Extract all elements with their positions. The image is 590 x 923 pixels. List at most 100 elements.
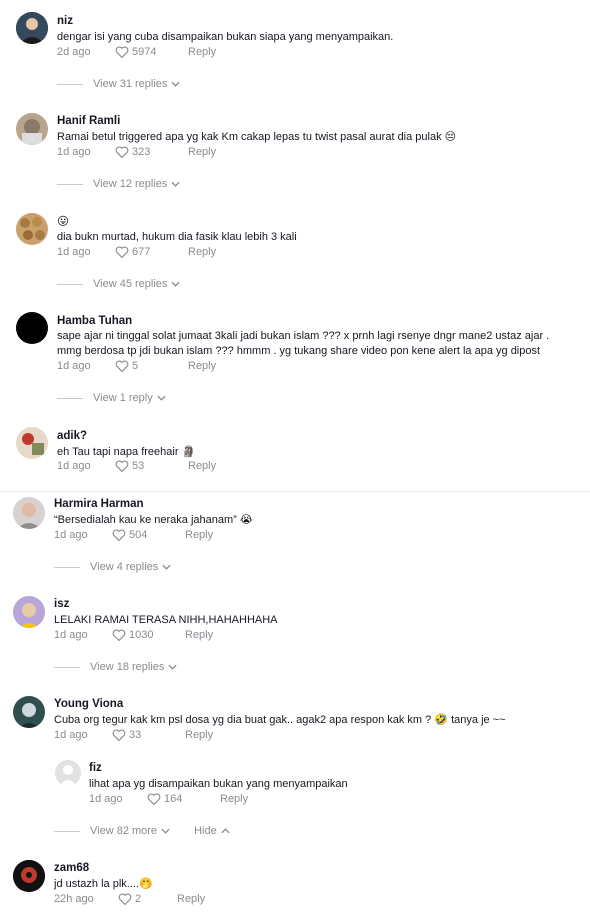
comment-text: eh Tau tapi napa freehair 🗿 xyxy=(57,445,195,460)
chevron-down-icon xyxy=(171,181,180,187)
comment-author[interactable]: Hanif Ramli xyxy=(57,115,120,127)
reply-button[interactable]: Reply xyxy=(177,893,205,905)
like-button[interactable]: 5 xyxy=(115,360,188,372)
comment-time: 1d ago xyxy=(57,460,91,472)
comment-text-body: jd ustazh la plk.... xyxy=(54,878,139,890)
hand-over-mouth-emoji: 🤭 xyxy=(139,878,153,890)
reply-button[interactable]: Reply xyxy=(185,629,213,641)
view-replies-button[interactable]: View 12 replies xyxy=(93,178,180,190)
like-count: 1030 xyxy=(129,629,154,641)
view-replies-button[interactable]: View 31 replies xyxy=(93,78,180,90)
like-button[interactable]: 677 xyxy=(115,246,188,258)
chevron-down-icon xyxy=(162,564,171,570)
rofl-emoji: 🤣 xyxy=(434,714,449,726)
comment-time: 1d ago xyxy=(54,529,88,541)
like-count: 2 xyxy=(135,893,142,905)
reply-button[interactable]: Reply xyxy=(220,793,248,805)
heart-icon xyxy=(112,629,126,641)
like-count: 504 xyxy=(129,529,148,541)
like-button[interactable]: 33 xyxy=(112,729,185,741)
comment-author[interactable]: niz xyxy=(57,15,73,27)
like-button[interactable]: 504 xyxy=(112,529,185,541)
comment-author[interactable]: Hamba Tuhan xyxy=(57,315,132,327)
comment-author[interactable]: fiz xyxy=(89,762,102,774)
chevron-down-icon xyxy=(161,828,170,834)
view-replies-button[interactable]: View 4 replies xyxy=(90,561,171,573)
heart-icon xyxy=(112,529,126,541)
like-button[interactable]: 164 xyxy=(147,793,220,805)
view-replies-label: View 45 replies xyxy=(93,278,168,290)
comment-author[interactable]: Young Viona xyxy=(54,698,123,710)
comment-meta: 22h ago 2 Reply xyxy=(54,893,205,905)
comment-text-body: eh Tau tapi napa freehair xyxy=(57,446,179,458)
view-replies-label: View 18 replies xyxy=(90,661,165,673)
avatar-placeholder[interactable] xyxy=(55,760,81,786)
avatar[interactable] xyxy=(16,213,48,245)
view-replies-label: View 4 replies xyxy=(90,561,159,573)
like-button[interactable]: 5974 xyxy=(115,46,188,58)
like-button[interactable]: 323 xyxy=(115,146,188,158)
view-replies-row: View 18 replies xyxy=(54,661,177,673)
comment-meta: 2d ago 5974 Reply xyxy=(57,46,216,58)
view-more-button[interactable]: View 82 more xyxy=(90,825,170,837)
pensive-emoji: 😔 xyxy=(444,131,457,143)
heart-icon xyxy=(115,246,129,258)
comment-author[interactable]: Harmira Harman xyxy=(54,498,143,510)
view-replies-row: View 1 reply xyxy=(57,392,166,404)
heart-icon xyxy=(147,793,161,805)
avatar[interactable] xyxy=(16,12,48,44)
section-divider xyxy=(0,491,590,492)
comment-time: 1d ago xyxy=(89,793,123,805)
heart-icon xyxy=(115,360,129,372)
avatar[interactable] xyxy=(13,696,45,728)
avatar[interactable] xyxy=(13,497,45,529)
comment-meta: 1d ago 1030 Reply xyxy=(54,629,213,641)
reply-button[interactable]: Reply xyxy=(185,529,213,541)
reply-button[interactable]: Reply xyxy=(188,46,216,58)
comment-text: LELAKI RAMAI TERASA NIHH,HAHAHHAHA xyxy=(54,614,278,626)
reply-button[interactable]: Reply xyxy=(188,146,216,158)
comment-author[interactable]: zam68 xyxy=(54,862,89,874)
comment-text: dia bukn murtad, hukum dia fasik klau le… xyxy=(57,231,297,243)
comment-text: “Bersedialah kau ke neraka jahanam” 😭 xyxy=(54,513,253,528)
like-button[interactable]: 1030 xyxy=(112,629,185,641)
heart-icon xyxy=(115,46,129,58)
comment-text: dengar isi yang cuba disampaikan bukan s… xyxy=(57,31,394,43)
view-replies-button[interactable]: View 45 replies xyxy=(93,278,180,290)
divider-line xyxy=(54,566,80,568)
avatar[interactable] xyxy=(13,860,45,892)
comment-time: 1d ago xyxy=(57,146,91,158)
view-replies-button[interactable]: View 18 replies xyxy=(90,661,177,673)
divider-line xyxy=(57,83,83,85)
crying-emoji: 😭 xyxy=(239,514,253,526)
like-count: 33 xyxy=(129,729,142,741)
view-replies-row: View 12 replies xyxy=(57,178,180,190)
comment-author[interactable]: 😛 xyxy=(57,214,69,228)
comment-meta: 1d ago 323 Reply xyxy=(57,146,216,158)
reply-button[interactable]: Reply xyxy=(188,460,216,472)
comment-author[interactable]: adik? xyxy=(57,430,87,442)
like-button[interactable]: 53 xyxy=(115,460,188,472)
heart-icon xyxy=(118,893,132,905)
comment-text-body: Ramai betul triggered apa yg kak Km caka… xyxy=(57,131,442,143)
comment-text: sape ajar ni tinggal solat jumaat 3kali … xyxy=(57,330,550,342)
comment-time: 1d ago xyxy=(54,629,88,641)
moai-emoji: 🗿 xyxy=(181,446,196,458)
reply-button[interactable]: Reply xyxy=(188,360,216,372)
comment-time: 1d ago xyxy=(54,729,88,741)
comment-meta: 1d ago 677 Reply xyxy=(57,246,216,258)
reply-button[interactable]: Reply xyxy=(185,729,213,741)
comment-text: lihat apa yg disampaikan bukan yang meny… xyxy=(89,778,348,790)
comment-author[interactable]: isz xyxy=(54,598,69,610)
comment-time: 1d ago xyxy=(57,360,91,372)
divider-line xyxy=(54,830,80,832)
comment-meta: 1d ago 5 Reply xyxy=(57,360,216,372)
hide-button[interactable]: Hide xyxy=(194,825,230,837)
avatar[interactable] xyxy=(16,427,48,459)
avatar[interactable] xyxy=(13,596,45,628)
avatar[interactable] xyxy=(16,113,48,145)
avatar[interactable] xyxy=(16,312,48,344)
like-button[interactable]: 2 xyxy=(118,893,177,905)
reply-button[interactable]: Reply xyxy=(188,246,216,258)
view-replies-button[interactable]: View 1 reply xyxy=(93,392,166,404)
